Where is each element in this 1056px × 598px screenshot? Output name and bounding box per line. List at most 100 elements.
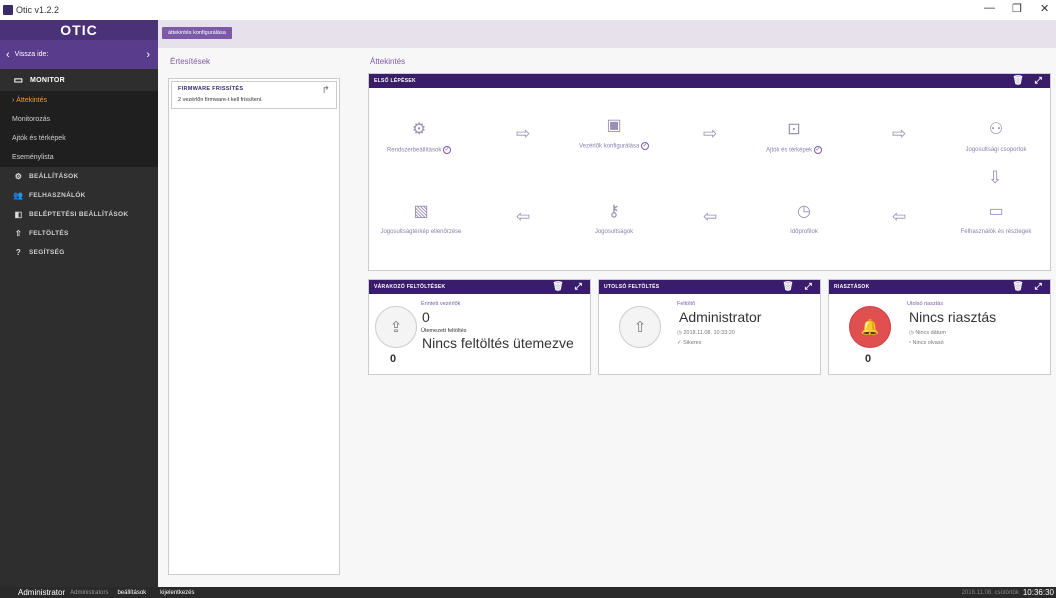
step-controllers-config[interactable]: ▣ Vezérlők konfigurálása ✓ xyxy=(569,116,659,151)
sidebar: OTIC ‹ Vissza ide: › ▭ MONITOR › Áttekin… xyxy=(0,20,158,587)
monitor-submenu: › Áttekintés Monitorozás Ajtók és térkép… xyxy=(0,91,158,167)
panel-header: VÁRAKOZÓ FELTÖLTÉSEK 🗑 ⤢ xyxy=(369,280,590,294)
step-label: Rendszerbeállítások xyxy=(386,147,442,154)
chevron-left-icon: ‹ xyxy=(6,48,10,61)
expand-icon[interactable]: ⤢ xyxy=(1034,281,1042,292)
panel-title: RIASZTÁSOK xyxy=(834,284,870,290)
arrow-left-icon: ⇦ xyxy=(892,207,907,226)
help-icon: ? xyxy=(15,248,22,257)
panel-title: UTOLSÓ FELTÖLTÉS xyxy=(604,284,660,290)
notification-title: FIRMWARE FRISSÍTÉS xyxy=(178,86,244,92)
notification-card[interactable]: FIRMWARE FRISSÍTÉS 2 vezérlőn firmware-t… xyxy=(171,81,337,109)
redirect-arrow-icon[interactable]: ↱ xyxy=(322,85,330,96)
upload-status-text: Sikeres xyxy=(683,340,702,346)
arrow-right-icon: ⇨ xyxy=(892,124,907,143)
app-icon xyxy=(3,5,13,15)
window-title: Otic v1.2.2 xyxy=(16,5,60,15)
panel-header: UTOLSÓ FELTÖLTÉS 🗑 ⤢ xyxy=(599,280,820,294)
chevron-right-icon: › xyxy=(146,48,150,61)
nav-beleptetesi-beallitasok[interactable]: ◧ BELÉPTETÉSI BEÁLLÍTÁSOK xyxy=(0,205,158,224)
nav-monitor[interactable]: ▭ MONITOR xyxy=(0,69,158,91)
key-icon: ⚷ xyxy=(608,203,620,220)
nav-label: BEÁLLÍTÁSOK xyxy=(29,173,79,180)
step-label: Ajtók és térképek xyxy=(766,147,813,154)
trash-icon[interactable]: 🗑 xyxy=(1012,281,1024,292)
door-icon: ◧ xyxy=(14,210,23,219)
notifications-panel: FIRMWARE FRISSÍTÉS 2 vezérlőn firmware-t… xyxy=(168,78,340,575)
scheduled-upload-label: Ütemezett feltöltés xyxy=(421,328,467,334)
step-permission-map-check[interactable]: ▧ Jogosultságtérkép ellenőrzése xyxy=(376,202,466,236)
step-doors-maps[interactable]: ⊡ Ajtók és térképek ✓ xyxy=(749,120,839,155)
back-button[interactable]: ‹ Vissza ide: › xyxy=(0,40,158,69)
window-titlebar: Otic v1.2.2 — ❐ ✕ xyxy=(0,0,1056,20)
overview-title: Áttekintés xyxy=(370,57,406,66)
nav-item-label: Monitorozás xyxy=(12,116,51,123)
pending-count: 0 xyxy=(390,353,397,365)
trash-icon[interactable]: 🗑 xyxy=(552,281,564,292)
step-label: Vezérlők konfigurálása xyxy=(578,143,640,150)
step-permission-groups[interactable]: ⚇ Jogosultsági csoportok xyxy=(951,120,1041,154)
expand-icon[interactable]: ⤢ xyxy=(804,281,812,292)
upload-datetime-text: 2018.11.08. 10:33:20 xyxy=(683,330,735,336)
arrow-right-icon: ⇨ xyxy=(516,124,531,143)
nav-item-label: Eseménylista xyxy=(12,154,54,161)
alarm-count: 0 xyxy=(865,353,872,365)
scheduled-upload-icon: ⇪ xyxy=(375,306,417,348)
maximize-icon[interactable]: ❐ xyxy=(1012,2,1022,15)
scheduled-upload-value: Nincs feltöltés ütemezve xyxy=(422,335,574,351)
door-icon: ⊡ xyxy=(787,121,801,138)
upload-status: ✓ Sikeres xyxy=(677,340,701,346)
step-time-profiles[interactable]: ◷ Időprofilok xyxy=(759,202,849,236)
trash-icon[interactable]: 🗑 xyxy=(782,281,794,292)
expand-icon[interactable]: ⤢ xyxy=(1034,75,1042,86)
no-date: ◷ Nincs dátum xyxy=(909,330,946,336)
nav-monitor-label: MONITOR xyxy=(30,76,66,84)
step-label: Jogosultságtérkép ellenőrzése xyxy=(380,229,462,235)
nav-feltoltes[interactable]: ⇧ FELTÖLTÉS xyxy=(0,224,158,243)
arrow-down-icon: ⇩ xyxy=(988,168,1003,187)
close-icon[interactable]: ✕ xyxy=(1040,2,1049,15)
settings-link[interactable]: beállítások xyxy=(117,590,146,596)
nav-beallitasok[interactable]: ⚙ BEÁLLÍTÁSOK xyxy=(0,167,158,186)
nav-item-esemenylista[interactable]: Eseménylista xyxy=(0,148,158,167)
nav-segitseg[interactable]: ? SEGÍTSÉG xyxy=(0,243,158,262)
panel-title: VÁRAKOZÓ FELTÖLTÉSEK xyxy=(374,284,446,290)
no-reader-text: Nincs olvasó xyxy=(912,340,944,346)
step-label: Jogosultságok xyxy=(594,229,634,235)
check-circle-icon: ✓ xyxy=(443,146,452,154)
nav-felhasznalok[interactable]: 👥 FELHASZNÁLÓK xyxy=(0,186,158,205)
current-role: Administrators xyxy=(70,589,109,596)
uploader-label: Feltöltő xyxy=(677,301,696,307)
panel-header: ELSŐ LÉPÉSEK 🗑 ⤢ xyxy=(369,74,1050,88)
alarms-panel: RIASZTÁSOK 🗑 ⤢ 🔔 Utolsó riasztás Nincs r… xyxy=(828,279,1051,375)
panel-title: ELSŐ LÉPÉSEK xyxy=(374,78,416,84)
check-circle-icon: ✓ xyxy=(641,142,650,150)
last-alarm-value: Nincs riasztás xyxy=(909,309,997,325)
step-permissions[interactable]: ⚷ Jogosultságok xyxy=(569,202,659,236)
alarm-bell-icon: 🔔 xyxy=(849,306,891,348)
trash-icon[interactable]: 🗑 xyxy=(1012,75,1024,86)
nav-label: FELTÖLTÉS xyxy=(29,230,69,237)
arrow-left-icon: ⇦ xyxy=(703,207,718,226)
minimize-icon[interactable]: — xyxy=(984,2,995,14)
logout-link[interactable]: kijelentkezés xyxy=(160,590,194,596)
nav-label: SEGÍTSÉG xyxy=(29,249,65,256)
users-icon: 👥 xyxy=(13,191,24,200)
folder-icon: ▭ xyxy=(988,203,1004,220)
expand-icon[interactable]: ⤢ xyxy=(574,281,582,292)
step-users-departments[interactable]: ▭ Felhasználók és részlegek xyxy=(951,202,1041,236)
statusbar: Administrator Administrators beállítások… xyxy=(0,587,1056,598)
check-circle-icon: ✓ xyxy=(813,146,822,154)
nav-item-attekintes[interactable]: › Áttekintés xyxy=(0,91,158,110)
nav-item-monitorozas[interactable]: Monitorozás xyxy=(0,110,158,129)
configure-overview-button[interactable]: áttekintés konfigurálása xyxy=(162,27,232,39)
status-time: 10:36:30 xyxy=(1022,588,1054,597)
nav-item-label: Ajtók és térképek xyxy=(12,135,66,142)
nav-item-ajtok[interactable]: Ajtók és térképek xyxy=(0,129,158,148)
upload-success-icon: ⇧ xyxy=(619,306,661,348)
notification-text: 2 vezérlőn firmware-t kell frissíteni. xyxy=(178,97,263,103)
uploader-value: Administrator xyxy=(679,309,762,325)
step-system-settings[interactable]: ⚙ Rendszerbeállítások ✓ xyxy=(374,120,464,155)
logo: OTIC xyxy=(0,20,158,40)
last-alarm-label: Utolsó riasztás xyxy=(907,301,944,307)
